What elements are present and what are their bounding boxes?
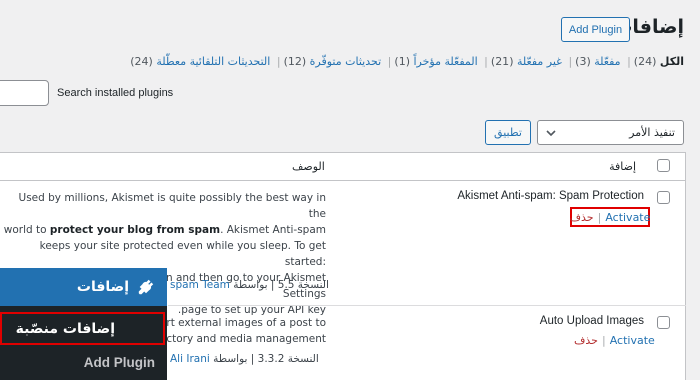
filter-updates-available[interactable]: تحديثات متوفّرة (12): [284, 55, 382, 68]
plugin-name-akismet: Akismet Anti-spam: Spam Protection: [457, 190, 644, 202]
filter-active[interactable]: مفعّلة (3): [575, 55, 620, 68]
search-label: Search installed plugins: [57, 87, 174, 99]
add-plugin-button[interactable]: Add Plugin: [561, 17, 630, 42]
column-description-header: الوصف: [292, 160, 325, 173]
plugin-meta-auto-upload: النسخة 3.3.2 | بواسطة Ali Irani: [170, 353, 319, 365]
delete-link[interactable]: حذف: [574, 334, 598, 347]
table-header: [0, 152, 686, 181]
row-actions-akismet: حذف | Activate: [570, 207, 650, 227]
plugin-name-auto-upload: Auto Upload Images: [539, 315, 644, 327]
bulk-action-select[interactable]: تنفيذ الأمر: [537, 120, 684, 145]
delete-link[interactable]: حذف: [570, 211, 594, 224]
menu-item-plugins[interactable]: إضافات: [0, 268, 167, 306]
filter-inactive[interactable]: غير مفعّلة (21): [491, 55, 562, 68]
menu-plugins-label: إضافات: [76, 279, 129, 295]
row-actions-auto-upload: حذف | Activate: [574, 334, 655, 347]
plugin-meta-akismet: النسخة 5.5 | بواسطة spam Team: [170, 279, 329, 291]
author-link[interactable]: Ali Irani: [170, 353, 210, 365]
bulk-action-value: تنفيذ الأمر: [629, 126, 675, 139]
menu-item-installed-plugins[interactable]: إضافات منصّبة: [0, 312, 165, 345]
menu-item-add-plugin[interactable]: Add Plugin: [0, 350, 165, 374]
author-link[interactable]: spam Team: [170, 279, 230, 291]
activate-link[interactable]: Activate: [610, 334, 655, 347]
plugin-search-input[interactable]: [0, 80, 49, 106]
chevron-down-icon: [546, 129, 556, 136]
column-plugin-header: إضافة: [609, 160, 636, 173]
status-filters: الكل (24)| مفعّلة (3)| غير مفعّلة (21)| …: [130, 55, 684, 68]
activate-link[interactable]: Activate: [605, 211, 650, 224]
row-checkbox-auto-upload[interactable]: [657, 316, 670, 329]
row-divider: [168, 305, 686, 306]
filter-all[interactable]: الكل (24): [634, 55, 684, 68]
row-checkbox-akismet[interactable]: [657, 191, 670, 204]
select-all-checkbox[interactable]: [657, 159, 670, 172]
filter-recently-active[interactable]: المفعّلة مؤخراً (1): [394, 55, 477, 68]
plugin-plug-icon: [138, 279, 154, 295]
apply-button[interactable]: تطبيق: [485, 120, 531, 145]
filter-auto-updates-disabled[interactable]: التحديثات التلقائية معطّلة (24): [130, 55, 270, 68]
